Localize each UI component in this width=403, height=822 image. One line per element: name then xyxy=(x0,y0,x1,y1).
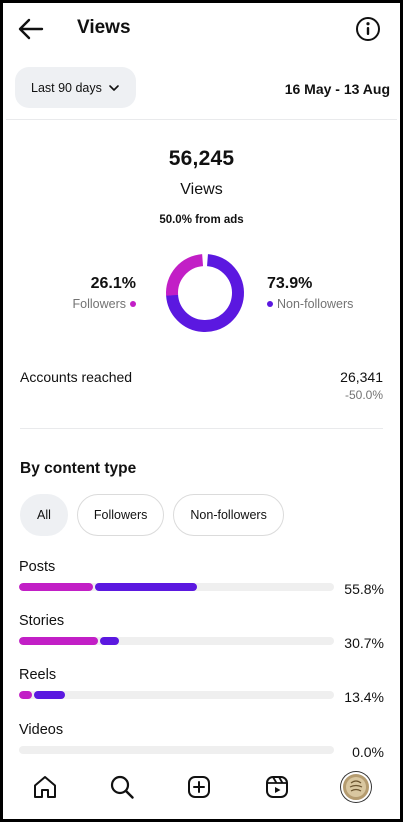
divider xyxy=(6,119,397,120)
bar-track xyxy=(19,583,334,591)
content-row-label: Reels xyxy=(19,667,57,683)
accounts-reached-label: Accounts reached xyxy=(20,369,133,385)
followers-percent: 26.1% xyxy=(90,275,136,292)
content-row-posts[interactable]: Posts 55.8% xyxy=(19,559,384,603)
followers-bar-segment xyxy=(19,691,32,699)
date-range-dropdown-label: Last 90 days xyxy=(31,80,102,95)
followers-bar-segment xyxy=(19,583,94,591)
search-icon[interactable] xyxy=(109,774,135,800)
followers-stat: 26.1% Followers xyxy=(72,275,136,311)
content-row-percent: 30.7% xyxy=(344,635,384,651)
app-screen: Views Last 90 days 16 May - 13 Aug 56,24… xyxy=(0,0,403,822)
non-followers-bar-segment xyxy=(99,637,119,645)
content-row-stories[interactable]: Stories 30.7% xyxy=(19,613,384,657)
chevron-down-icon xyxy=(109,84,119,91)
back-arrow-icon[interactable] xyxy=(17,15,45,43)
bar-track xyxy=(19,691,334,699)
content-row-reels[interactable]: Reels 13.4% xyxy=(19,667,384,711)
bottom-nav xyxy=(6,758,397,816)
bar-track xyxy=(19,637,334,645)
followers-legend: Followers xyxy=(72,297,136,311)
content-row-label: Posts xyxy=(19,559,56,575)
followers-donut-chart xyxy=(166,253,244,332)
non-followers-percent: 73.9% xyxy=(267,275,313,292)
non-followers-bar-segment xyxy=(33,691,66,699)
reels-icon[interactable] xyxy=(264,774,290,800)
info-icon[interactable] xyxy=(355,16,381,42)
page-title: Views xyxy=(77,17,131,38)
create-icon[interactable] xyxy=(186,774,212,800)
avatar-image-icon xyxy=(346,777,367,797)
non-followers-legend: Non-followers xyxy=(267,297,353,311)
followers-dot xyxy=(130,301,136,307)
chip-all[interactable]: All xyxy=(20,494,68,536)
audience-filter-chips: All Followers Non-followers xyxy=(20,494,284,536)
bar-track xyxy=(19,746,334,754)
content-row-percent: 13.4% xyxy=(344,689,384,705)
followers-bar-segment xyxy=(19,637,98,645)
non-followers-bar-segment xyxy=(95,583,198,591)
from-ads-text: 50.0% from ads xyxy=(159,214,244,226)
content-type-title: By content type xyxy=(20,460,137,477)
total-views-value: 56,245 xyxy=(168,147,235,170)
content-row-percent: 55.8% xyxy=(344,581,384,597)
non-followers-dot xyxy=(267,301,273,307)
total-views-label: Views xyxy=(180,181,223,198)
chip-non-followers[interactable]: Non-followers xyxy=(173,494,284,536)
content-row-label: Stories xyxy=(19,613,65,629)
content-row-label: Videos xyxy=(19,722,64,738)
date-range-text: 16 May - 13 Aug xyxy=(284,81,390,97)
chip-followers[interactable]: Followers xyxy=(76,494,165,536)
non-followers-stat: 73.9% Non-followers xyxy=(267,275,353,311)
home-icon[interactable] xyxy=(32,774,58,800)
accounts-reached-change: -50.0% xyxy=(344,388,383,402)
profile-avatar[interactable] xyxy=(341,772,372,802)
followers-label: Followers xyxy=(72,297,127,311)
header: Views xyxy=(3,3,400,55)
divider xyxy=(20,428,383,429)
non-followers-label: Non-followers xyxy=(277,297,354,311)
accounts-reached-value: 26,341 xyxy=(340,369,383,385)
date-range-dropdown[interactable]: Last 90 days xyxy=(15,67,136,108)
